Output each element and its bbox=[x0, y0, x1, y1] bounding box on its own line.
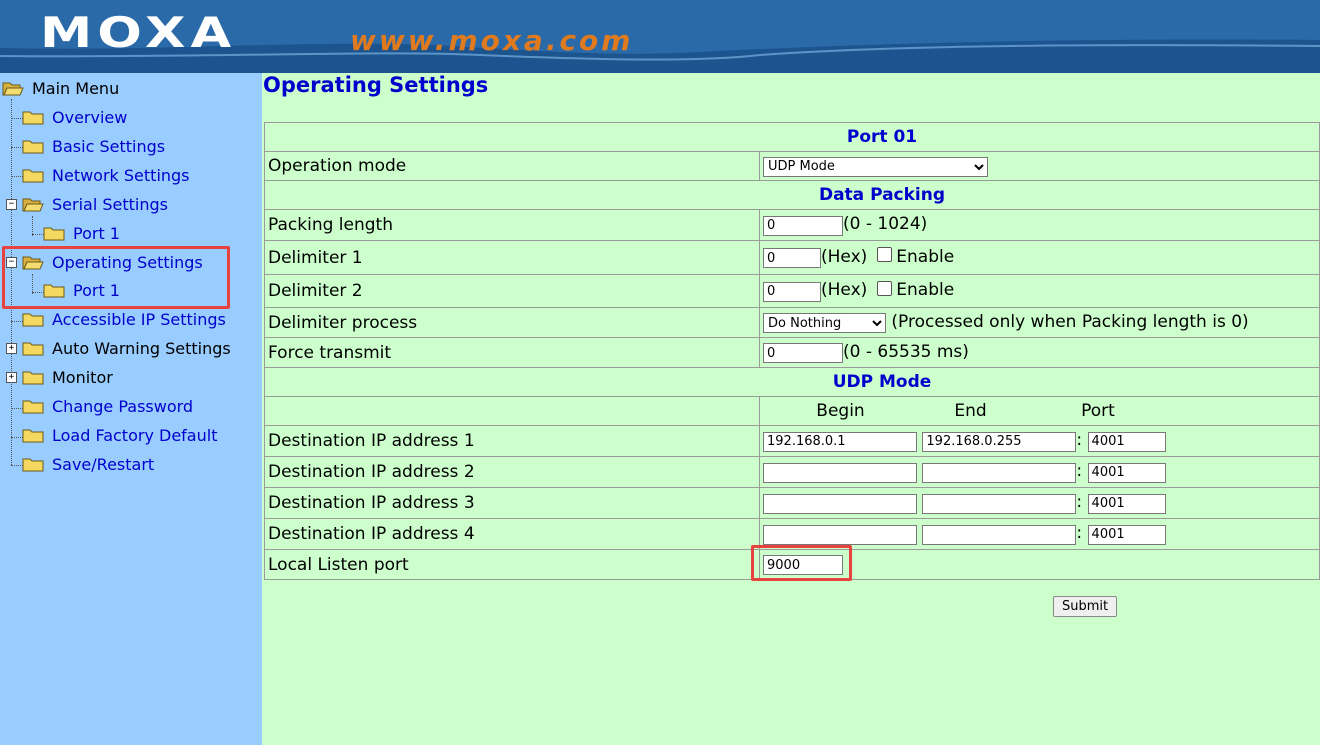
destination-ip-4-end[interactable] bbox=[922, 524, 1077, 545]
sidebar-item-label: Port 1 bbox=[73, 224, 120, 243]
column-port: Port bbox=[1081, 401, 1115, 421]
packing-length-input[interactable] bbox=[763, 215, 843, 236]
force-transmit-hint: (0 - 65535 ms) bbox=[843, 341, 969, 362]
settings-table: Port 01 Operation mode UDP Mode Data Pac… bbox=[264, 122, 1320, 580]
folder-icon bbox=[22, 458, 44, 471]
sidebar-item-label: Accessible IP Settings bbox=[52, 310, 226, 329]
delimiter2-unit: (Hex) bbox=[821, 280, 868, 301]
destination-ip-4-label: Destination IP address 4 bbox=[264, 518, 760, 550]
destination-ip-2-port[interactable] bbox=[1087, 462, 1166, 483]
folder-icon bbox=[22, 140, 44, 153]
delimiter1-label: Delimiter 1 bbox=[264, 240, 760, 275]
moxa-url: www.moxa.com bbox=[350, 24, 634, 57]
force-transmit-input[interactable] bbox=[763, 343, 843, 364]
highlight-operating-settings bbox=[2, 246, 230, 309]
destination-ip-1-label: Destination IP address 1 bbox=[264, 425, 760, 457]
sidebar-item-serial-port-1[interactable]: Port 1 bbox=[43, 222, 120, 246]
sidebar-root-label: Main Menu bbox=[32, 79, 120, 98]
sidebar-item-label: Network Settings bbox=[52, 166, 190, 185]
expand-icon[interactable]: + bbox=[6, 343, 17, 354]
sidebar-item-basic-settings[interactable]: Basic Settings bbox=[22, 135, 165, 159]
sidebar-item-network-settings[interactable]: Network Settings bbox=[22, 164, 190, 188]
udp-column-headers: Begin End Port bbox=[759, 396, 1320, 426]
sidebar-item-label: Change Password bbox=[52, 397, 194, 416]
udp-mode-header: UDP Mode bbox=[264, 367, 1320, 397]
delimiter-process-hint: (Processed only when Packing length is 0… bbox=[891, 311, 1249, 332]
header-banner: MOXA www.moxa.com bbox=[0, 0, 1320, 73]
delimiter2-label: Delimiter 2 bbox=[264, 274, 760, 308]
moxa-logo: MOXA bbox=[40, 8, 237, 57]
folder-icon bbox=[22, 313, 44, 326]
delimiter1-unit: (Hex) bbox=[821, 246, 868, 267]
sidebar-item-change-password[interactable]: Change Password bbox=[22, 395, 193, 419]
destination-ip-1-port[interactable] bbox=[1087, 431, 1166, 452]
sidebar-item-label: Auto Warning Settings bbox=[52, 339, 231, 358]
highlight-local-listen-port bbox=[751, 545, 852, 581]
force-transmit-label: Force transmit bbox=[264, 337, 760, 368]
sidebar-menu: Main Menu Overview Basic Settings Networ… bbox=[0, 73, 262, 745]
destination-ip-3-label: Destination IP address 3 bbox=[264, 487, 760, 519]
folder-icon bbox=[22, 400, 44, 413]
destination-ip-1-end[interactable] bbox=[922, 431, 1077, 452]
operation-mode-label: Operation mode bbox=[264, 151, 760, 181]
delimiter1-input[interactable] bbox=[763, 248, 821, 269]
packing-length-label: Packing length bbox=[264, 209, 760, 241]
delimiter2-enable-label: Enable bbox=[896, 280, 955, 301]
open-folder-icon bbox=[22, 198, 44, 211]
folder-icon bbox=[22, 371, 44, 384]
collapse-icon[interactable]: − bbox=[6, 199, 17, 210]
data-packing-header: Data Packing bbox=[264, 180, 1320, 210]
destination-ip-3-port[interactable] bbox=[1087, 493, 1166, 514]
destination-ip-3-end[interactable] bbox=[922, 493, 1077, 514]
sidebar-item-label: Serial Settings bbox=[52, 195, 168, 214]
destination-ip-1-begin[interactable] bbox=[763, 431, 917, 452]
sidebar-item-label: Monitor bbox=[52, 368, 113, 387]
destination-ip-3-begin[interactable] bbox=[763, 493, 917, 514]
page-title: Operating Settings bbox=[263, 73, 489, 97]
delimiter1-enable-checkbox[interactable] bbox=[877, 247, 893, 263]
sidebar-item-accessible-ip[interactable]: Accessible IP Settings bbox=[22, 308, 226, 332]
sidebar-item-serial-settings[interactable]: Serial Settings bbox=[22, 193, 168, 217]
packing-length-hint: (0 - 1024) bbox=[843, 214, 928, 235]
destination-ip-2-end[interactable] bbox=[922, 462, 1077, 483]
submit-button[interactable]: Submit bbox=[1053, 596, 1118, 617]
delimiter-process-label: Delimiter process bbox=[264, 307, 760, 338]
sidebar-item-load-factory-default[interactable]: Load Factory Default bbox=[22, 424, 217, 448]
port-header: Port 01 bbox=[264, 122, 1320, 152]
sidebar-item-save-restart[interactable]: Save/Restart bbox=[22, 453, 154, 477]
delimiter-process-select[interactable]: Do Nothing bbox=[763, 313, 886, 334]
destination-ip-4-port[interactable] bbox=[1087, 524, 1166, 545]
operation-mode-select[interactable]: UDP Mode bbox=[763, 156, 988, 177]
sidebar-item-auto-warning[interactable]: Auto Warning Settings bbox=[22, 337, 231, 361]
folder-icon bbox=[22, 111, 44, 124]
open-folder-icon bbox=[2, 82, 24, 95]
folder-icon bbox=[22, 342, 44, 355]
folder-icon bbox=[43, 227, 65, 240]
column-begin: Begin bbox=[816, 401, 865, 421]
destination-ip-2-label: Destination IP address 2 bbox=[264, 456, 760, 488]
destination-ip-4-begin[interactable] bbox=[763, 524, 917, 545]
expand-icon[interactable]: + bbox=[6, 372, 17, 383]
delimiter2-input[interactable] bbox=[763, 281, 821, 302]
column-end: End bbox=[954, 401, 987, 421]
delimiter2-enable-checkbox[interactable] bbox=[877, 280, 893, 296]
sidebar-item-label: Load Factory Default bbox=[52, 426, 218, 445]
local-listen-port-label: Local Listen port bbox=[264, 549, 760, 580]
sidebar-item-label: Basic Settings bbox=[52, 137, 166, 156]
delimiter1-enable-label: Enable bbox=[896, 246, 955, 267]
sidebar-item-monitor[interactable]: Monitor bbox=[22, 366, 113, 390]
folder-icon bbox=[22, 429, 44, 442]
folder-icon bbox=[22, 169, 44, 182]
sidebar-item-overview[interactable]: Overview bbox=[22, 106, 127, 130]
sidebar-root-main-menu[interactable]: Main Menu bbox=[2, 77, 119, 101]
sidebar-item-label: Overview bbox=[52, 108, 128, 127]
destination-ip-2-begin[interactable] bbox=[763, 462, 917, 483]
sidebar-item-label: Save/Restart bbox=[52, 455, 155, 474]
